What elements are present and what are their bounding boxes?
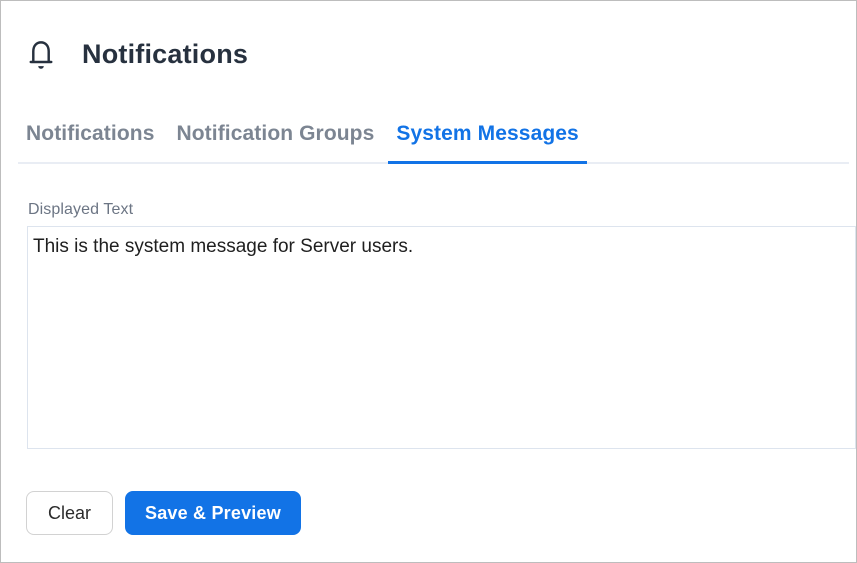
displayed-text-label: Displayed Text [28,201,134,218]
header: Notifications [27,37,856,72]
tab-notifications[interactable]: Notifications [18,122,162,162]
bell-icon [27,37,55,72]
tab-notification-groups[interactable]: Notification Groups [168,122,382,162]
notifications-settings-page: { "header": { "title": "Notifications", … [0,0,857,563]
displayed-text-textarea[interactable]: This is the system message for Server us… [27,226,856,449]
page-title: Notifications [82,39,249,69]
clear-button[interactable]: Clear [26,491,114,535]
system-message-form: Displayed Text This is the system messag… [1,201,856,449]
tab-bar: Notifications Notification Groups System… [18,122,849,164]
save-preview-button[interactable]: Save & Preview [125,491,301,535]
action-bar: Clear Save & Preview [26,491,856,535]
tab-system-messages[interactable]: System Messages [388,122,588,164]
